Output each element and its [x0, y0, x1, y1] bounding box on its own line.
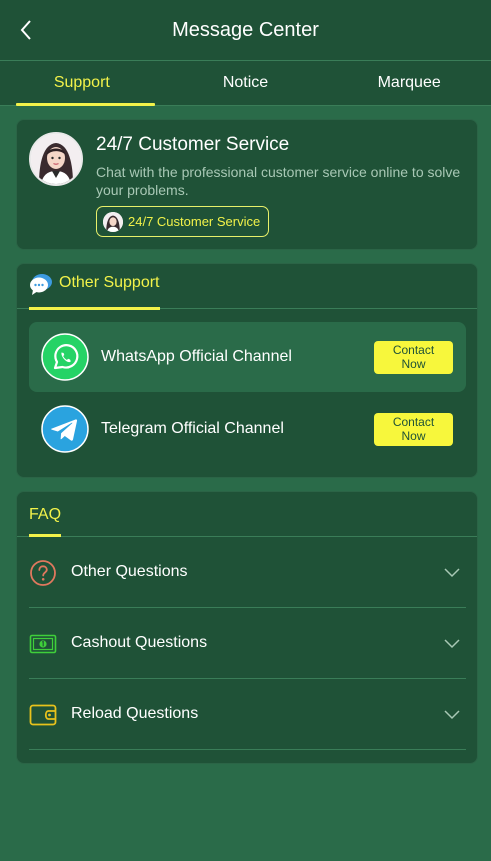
- chevron-left-icon: [20, 20, 31, 40]
- faq-item-label: Other Questions: [71, 563, 188, 580]
- chevron-down-icon: [444, 568, 460, 578]
- chevron-down-icon: [444, 639, 460, 649]
- customer-service-description: Chat with the professional customer serv…: [96, 164, 461, 198]
- other-support-tab[interactable]: Other Support: [29, 274, 160, 310]
- telegram-icon: [41, 405, 89, 453]
- back-button[interactable]: [14, 17, 38, 43]
- contact-now-button-telegram[interactable]: Contact Now: [374, 412, 453, 446]
- contact-now-label: Contact Now: [392, 415, 435, 443]
- faq-item-reload-questions[interactable]: Reload Questions: [29, 679, 466, 750]
- tab-bar: Support Notice Marquee: [0, 60, 491, 106]
- tab-notice[interactable]: Notice: [164, 61, 328, 105]
- faq-tab[interactable]: FAQ: [29, 506, 62, 537]
- other-support-card: Other Support WhatsApp Official Channel …: [16, 263, 478, 478]
- customer-service-card: 24/7 Customer Service Chat with the prof…: [16, 119, 478, 250]
- tab-support[interactable]: Support: [0, 61, 164, 106]
- tab-marquee[interactable]: Marquee: [327, 61, 491, 105]
- faq-header: FAQ: [17, 492, 477, 537]
- whatsapp-icon: [41, 333, 89, 381]
- other-support-header: Other Support: [17, 264, 477, 310]
- wallet-icon: [29, 704, 57, 726]
- faq-card: FAQ Other Questions Cashout Questions Re…: [16, 491, 478, 764]
- agent-avatar: [29, 132, 83, 186]
- contact-now-button-whatsapp[interactable]: Contact Now: [374, 340, 453, 374]
- channel-name-whatsapp: WhatsApp Official Channel: [101, 348, 292, 365]
- channel-row-telegram[interactable]: Telegram Official Channel Contact Now: [29, 394, 466, 464]
- channel-row-whatsapp[interactable]: WhatsApp Official Channel Contact Now: [29, 322, 466, 392]
- other-support-label: Other Support: [59, 274, 160, 291]
- agent-mini-avatar-icon: [103, 211, 123, 232]
- faq-item-label: Cashout Questions: [71, 634, 208, 651]
- question-circle-icon: [30, 560, 56, 586]
- customer-service-title: 24/7 Customer Service: [96, 134, 290, 155]
- contact-now-label: Contact Now: [392, 343, 435, 371]
- faq-item-other-questions[interactable]: Other Questions: [29, 537, 466, 608]
- chat-bubble-icon: [30, 274, 52, 295]
- customer-service-button[interactable]: 24/7 Customer Service: [96, 206, 270, 237]
- chevron-down-icon: [444, 710, 460, 720]
- faq-item-cashout-questions[interactable]: Cashout Questions: [29, 608, 466, 679]
- channel-name-telegram: Telegram Official Channel: [101, 420, 284, 437]
- customer-service-button-label: 24/7 Customer Service: [128, 214, 261, 229]
- faq-item-label: Reload Questions: [71, 705, 199, 722]
- page-title: Message Center: [172, 18, 319, 41]
- cash-icon: [29, 634, 57, 654]
- header-bar: Message Center: [0, 0, 491, 60]
